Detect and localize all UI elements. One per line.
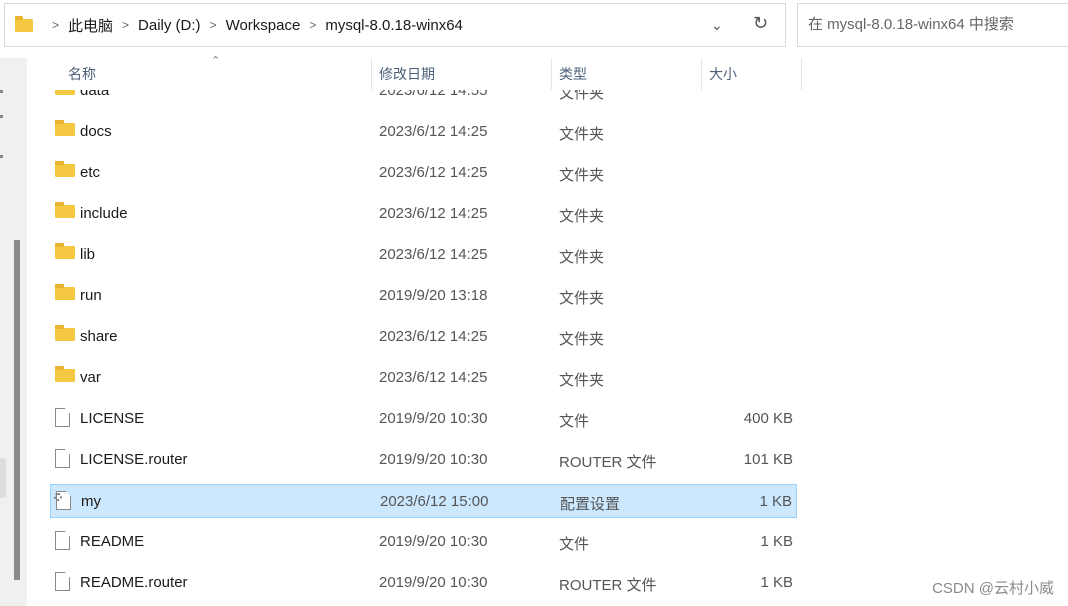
folder-icon	[55, 120, 75, 136]
file-type: 文件夹	[559, 372, 605, 389]
file-type: 文件夹	[559, 208, 605, 225]
file-row[interactable]: share 2023/6/12 14:25 文件夹	[50, 320, 797, 354]
search-input[interactable]: 在 mysql-8.0.18-winx64 中搜索	[797, 3, 1068, 47]
sort-ascending-icon: ⌃	[211, 55, 221, 67]
breadcrumb-this-pc[interactable]: 此电脑	[68, 15, 113, 36]
address-bar[interactable]: > 此电脑 > Daily (D:) > Workspace > mysql-8…	[4, 3, 786, 47]
column-header-date[interactable]: 修改日期	[379, 58, 435, 90]
file-date: 2023/6/12 14:25	[379, 369, 488, 386]
chevron-down-icon[interactable]: ⌄	[711, 17, 723, 34]
file-date: 2019/9/20 10:30	[379, 410, 488, 427]
file-type: 文件夹	[559, 249, 605, 266]
file-type: 文件夹	[559, 126, 605, 143]
file-list: data 2023/6/12 14:55 文件夹 docs 2023/6/12 …	[0, 90, 1068, 606]
file-date: 2023/6/12 14:25	[379, 328, 488, 345]
refresh-icon[interactable]: ↻	[753, 13, 768, 34]
folder-icon	[15, 15, 33, 32]
file-row[interactable]: run 2019/9/20 13:18 文件夹	[50, 279, 797, 313]
file-type: 文件	[559, 413, 590, 430]
file-type: 文件	[559, 536, 590, 553]
watermark: CSDN @云村小威	[932, 580, 1054, 597]
file-row[interactable]: README 2019/9/20 10:30 文件 1 KB	[50, 525, 797, 559]
file-name: include	[80, 205, 128, 222]
file-name: etc	[80, 164, 101, 181]
file-name: LICENSE	[80, 410, 145, 427]
column-divider[interactable]	[801, 58, 802, 90]
folder-icon	[55, 284, 75, 300]
file-date: 2019/9/20 10:30	[379, 533, 488, 550]
file-date: 2023/6/12 14:25	[379, 205, 488, 222]
file-date: 2019/9/20 10:30	[379, 451, 488, 468]
file-icon	[55, 572, 70, 591]
folder-icon	[55, 325, 75, 341]
file-name: run	[80, 287, 102, 304]
file-type: 配置设置	[560, 496, 621, 513]
file-type: ROUTER 文件	[559, 454, 657, 471]
breadcrumb-workspace[interactable]: Workspace	[226, 17, 301, 34]
column-header-type[interactable]: 类型	[559, 58, 587, 90]
column-divider[interactable]	[551, 58, 552, 90]
breadcrumb: > 此电脑 > Daily (D:) > Workspace > mysql-8…	[15, 4, 463, 46]
file-row[interactable]: etc 2023/6/12 14:25 文件夹	[50, 156, 797, 190]
gear-icon	[54, 493, 62, 501]
file-date: 2019/9/20 10:30	[379, 574, 488, 591]
file-size: 400 KB	[743, 410, 793, 427]
file-type: 文件夹	[559, 167, 605, 184]
folder-icon	[55, 366, 75, 382]
chevron-right-icon[interactable]: >	[122, 18, 129, 32]
file-row[interactable]: README.router 2019/9/20 10:30 ROUTER 文件 …	[50, 566, 797, 600]
file-type: 文件夹	[559, 331, 605, 348]
file-row[interactable]: include 2023/6/12 14:25 文件夹	[50, 197, 797, 231]
folder-icon	[55, 161, 75, 177]
chevron-right-icon[interactable]: >	[52, 18, 59, 32]
chevron-right-icon[interactable]: >	[309, 18, 316, 32]
file-size: 101 KB	[743, 451, 793, 468]
file-row[interactable]: LICENSE 2019/9/20 10:30 文件 400 KB	[50, 402, 797, 436]
chevron-right-icon[interactable]: >	[210, 18, 217, 32]
file-row[interactable]: docs 2023/6/12 14:25 文件夹	[50, 115, 797, 149]
column-header-name[interactable]: 名称	[68, 58, 96, 90]
file-row[interactable]: LICENSE.router 2019/9/20 10:30 ROUTER 文件…	[50, 443, 797, 477]
file-date: 2023/6/12 14:25	[379, 164, 488, 181]
file-icon	[55, 449, 70, 468]
file-row[interactable]: my 2023/6/12 15:00 配置设置 1 KB	[50, 484, 797, 518]
file-name: var	[80, 369, 101, 386]
file-date: 2019/9/20 13:18	[379, 287, 488, 304]
file-name: lib	[80, 246, 96, 263]
file-name: README.router	[80, 574, 188, 591]
file-name: docs	[80, 123, 112, 140]
file-icon	[55, 408, 70, 427]
file-name: share	[80, 328, 118, 345]
file-type: ROUTER 文件	[559, 577, 657, 594]
file-date: 2023/6/12 14:25	[379, 123, 488, 140]
folder-icon	[55, 202, 75, 218]
file-name: README	[80, 533, 145, 550]
file-name: LICENSE.router	[80, 451, 188, 468]
file-date: 2023/6/12 14:25	[379, 246, 488, 263]
file-name: my	[81, 493, 101, 510]
file-date: 2023/6/12 15:00	[380, 493, 489, 510]
breadcrumb-drive[interactable]: Daily (D:)	[138, 17, 201, 34]
column-divider[interactable]	[371, 58, 372, 90]
file-size: 1 KB	[759, 493, 792, 510]
column-header-size[interactable]: 大小	[709, 58, 737, 90]
file-size: 1 KB	[760, 533, 793, 550]
folder-icon	[55, 243, 75, 259]
file-row[interactable]: var 2023/6/12 14:25 文件夹	[50, 361, 797, 395]
column-divider[interactable]	[701, 58, 702, 90]
breadcrumb-current[interactable]: mysql-8.0.18-winx64	[325, 17, 463, 34]
file-row[interactable]: lib 2023/6/12 14:25 文件夹	[50, 238, 797, 272]
file-type: 文件夹	[559, 290, 605, 307]
file-icon	[55, 531, 70, 550]
file-size: 1 KB	[760, 574, 793, 591]
